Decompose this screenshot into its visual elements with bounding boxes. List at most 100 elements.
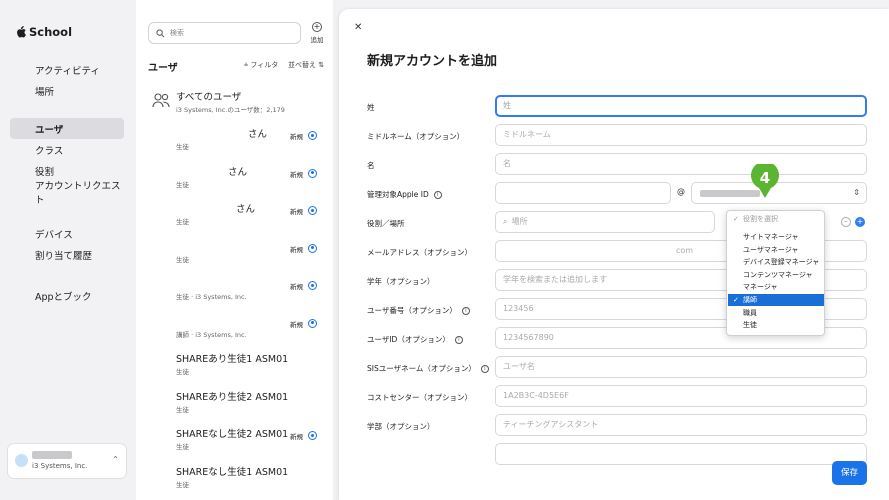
field-label: メールアドレス（オプション）	[367, 247, 472, 258]
sidebar-item-account-request[interactable]: アカウントリクエスト	[10, 181, 124, 206]
location-search-input[interactable]: ⌕ 場所	[495, 211, 715, 233]
sidebar-item-activity[interactable]: アクティビティ	[10, 59, 124, 80]
all-users-name: すべてのユーザ	[176, 92, 242, 103]
field-placeholder: ティーチングアシスタント	[503, 420, 599, 429]
filter-button[interactable]: ⩮ フィルタ	[244, 60, 278, 70]
org-avatar	[15, 454, 28, 467]
selected-radio-icon[interactable]	[308, 243, 317, 253]
field-input[interactable]: ティーチングアシスタント	[495, 414, 867, 436]
selected-radio-icon[interactable]	[308, 131, 317, 140]
sidebar-item-device[interactable]: デバイス	[10, 223, 124, 244]
field-label: 管理対象Apple ID i	[367, 189, 442, 200]
role-placeholder-text: 役割を選択	[743, 215, 778, 223]
apple-id-input[interactable]	[495, 182, 671, 204]
form-row: ミドルネーム（オプション） ミドルネーム	[339, 124, 889, 150]
new-badge: 新規	[290, 245, 303, 254]
sidebar-item-apps[interactable]: Appとブック	[10, 285, 124, 306]
user-row[interactable]: SHAREなし生徒1 ASM01 生徒	[136, 458, 333, 495]
new-badge: 新規	[290, 283, 303, 291]
info-icon[interactable]: i	[454, 336, 463, 344]
remove-row-icon[interactable]: –	[841, 217, 851, 227]
info-icon[interactable]: i	[461, 307, 470, 315]
sidebar-item-class[interactable]: クラス	[10, 139, 124, 160]
field-label-text: 学年（オプション）	[367, 277, 435, 286]
field-label: コストセンター（オプション）	[367, 392, 472, 403]
role-option[interactable]: デバイス登録マネージャ	[728, 256, 824, 268]
user-name: SHAREなし生徒1 ASM01	[176, 466, 289, 478]
field-input[interactable]: ユーザ名	[495, 356, 867, 378]
sidebar-item-users[interactable]: ユーザ	[10, 118, 124, 139]
sidebar-item-label: アカウントリクエスト	[35, 180, 121, 206]
form-row: SISユーザネーム（オプション） i ユーザ名	[339, 356, 889, 382]
person-icon	[156, 168, 169, 183]
all-users-row[interactable]: すべてのユーザ i3 Systems, Inc.のユーザ数：2,179	[136, 83, 333, 120]
role-option-label: マネージャ	[743, 283, 778, 292]
form-row: コストセンター（オプション） 1A2B3C-4D5E6F	[339, 385, 889, 411]
selected-radio-icon[interactable]	[308, 281, 317, 290]
save-button[interactable]: 保存	[832, 461, 867, 485]
users-icon	[16, 123, 28, 135]
role-option[interactable]: コンテンツマネージャ	[728, 269, 824, 281]
selected-radio-icon[interactable]	[308, 431, 317, 440]
app-name: School	[29, 25, 73, 39]
plus-circle-icon: +	[312, 22, 322, 32]
group-users-icon	[152, 93, 170, 108]
role-option[interactable]: ユーザマネージャ	[728, 244, 824, 256]
user-row[interactable]: SHAREあり生徒1 ASM01 生徒	[136, 345, 333, 382]
field-label: ユーザ番号（オプション） i	[367, 305, 470, 316]
field-label-text: ユーザID（オプション）	[367, 335, 450, 344]
user-row[interactable]: さん 生徒 新規	[136, 158, 333, 195]
search-input[interactable]: 検索	[148, 22, 301, 44]
info-icon[interactable]: i	[433, 191, 442, 199]
field-input[interactable]: 1A2B3C-4D5E6F	[495, 385, 867, 407]
user-row[interactable]: さん 生徒 新規	[136, 120, 333, 157]
user-row[interactable]: 講師 · i3 Systems, Inc. 新規	[136, 308, 333, 345]
selected-radio-icon[interactable]	[308, 318, 317, 328]
field-placeholder: com	[675, 246, 694, 255]
sidebar-item-history[interactable]: 割り当て履歴	[10, 244, 124, 265]
form-row: 学部（オプション） ティーチングアシスタント	[339, 414, 889, 440]
sort-button[interactable]: 並べ替え ⇅	[288, 60, 324, 70]
sidebar-item-location[interactable]: 場所	[10, 80, 124, 101]
role-option[interactable]: ✓ 講師	[728, 294, 824, 306]
field-label-text: 名	[367, 161, 375, 170]
close-icon[interactable]: ✕	[354, 22, 362, 33]
app-logo: School	[16, 25, 72, 39]
role-placeholder-option: ✓ 役割を選択	[728, 213, 824, 225]
field-input[interactable]: 名	[495, 153, 867, 175]
selected-radio-icon[interactable]	[308, 168, 317, 178]
user-row[interactable]: さん 生徒 新規	[136, 195, 333, 232]
field-label-text: SISユーザネーム（オプション）	[367, 364, 476, 373]
role-dropdown-menu: ✓ 役割を選択 サイトマネージャ ユーザマネージャ デバイス登録マネージャ コンテンツマネ…	[726, 210, 825, 336]
selected-radio-icon[interactable]	[308, 206, 317, 215]
checkmark-icon: ✓	[733, 296, 739, 304]
role-option[interactable]: マネージャ	[728, 281, 824, 293]
org-subtitle: i3 Systems, Inc.	[32, 462, 88, 470]
role-option[interactable]: 生徒	[728, 319, 824, 331]
new-badge: 新規	[290, 208, 303, 216]
add-user-button[interactable]: + 追加	[308, 22, 326, 44]
user-row[interactable]: SHAREあり生徒2 ASM01 生徒	[136, 383, 333, 420]
new-badge: 新規	[290, 320, 303, 329]
sidebar: School アクティビティ 場所 ユーザ クラス 役割 アカウントリクエスト デバイス 割り…	[0, 0, 136, 500]
field-label: 役割／場所	[367, 218, 405, 229]
sidebar-item-label: アクティビティ	[35, 65, 100, 77]
role-option[interactable]: サイトマネージャ	[728, 231, 824, 243]
user-row[interactable]: SHAREなし生徒2 ASM01 生徒 新規	[136, 420, 333, 457]
field-placeholder: ユーザ名	[503, 362, 535, 371]
person-icon	[156, 243, 169, 258]
role-option[interactable]: 職員	[728, 307, 824, 319]
add-row-icon[interactable]: +	[855, 217, 865, 227]
form-row: 管理対象Apple ID i @ ⇕	[339, 182, 889, 208]
field-input[interactable]: 姓	[495, 95, 867, 117]
user-role: 講師 · i3 Systems, Inc.	[176, 330, 247, 339]
field-input[interactable]: ミドルネーム	[495, 124, 867, 146]
info-icon[interactable]: i	[480, 365, 489, 373]
person-icon	[156, 130, 169, 145]
field-input[interactable]	[495, 443, 867, 465]
organization-switcher[interactable]: i3 Systems, Inc. ⌃	[8, 444, 126, 478]
user-row[interactable]: 生徒 · i3 Systems, Inc. 新規	[136, 270, 333, 307]
org-name-redacted	[32, 451, 72, 459]
apple-icon	[17, 26, 26, 38]
user-row[interactable]: 生徒 新規	[136, 233, 333, 270]
